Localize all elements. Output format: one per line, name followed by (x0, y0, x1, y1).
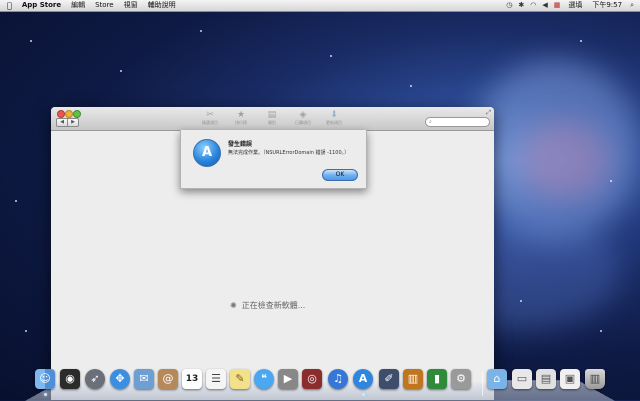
mail-icon[interactable]: ✉ (134, 369, 154, 389)
alert-message: 無法完成作業。（NSURLErrorDomain 錯誤 -1100。） (228, 150, 350, 156)
updates-icon: ⬇ (330, 110, 338, 120)
minimize-button[interactable] (65, 110, 73, 118)
categories-icon: ▤ (267, 110, 277, 120)
dock-separator (482, 372, 483, 396)
wifi-icon[interactable]: ◠ (527, 0, 539, 11)
app-store-icon: A (193, 139, 221, 167)
menu-bar:  App Store 編輯 Store 視窗 輔助說明 ◷ ✱ ◠ ◀ ▦ 選… (0, 0, 640, 12)
documents-stack-icon[interactable]: ▤ (536, 369, 556, 389)
toolbar-top-charts-label: 排行榜 (235, 120, 247, 125)
spotlight-icon[interactable]: ⌕ (627, 0, 640, 11)
toolbar-featured-label: 精選項目 (202, 120, 218, 125)
spinner-icon: ✺ (230, 301, 237, 310)
menu-app-store[interactable]: App Store (17, 0, 66, 11)
toolbar-top-charts[interactable]: ★ 排行榜 (228, 110, 254, 126)
fullscreen-icon[interactable]: ⤢ (486, 109, 491, 117)
messages-icon[interactable]: ❝ (254, 369, 274, 389)
close-button[interactable] (57, 110, 65, 118)
volume-icon[interactable]: ◀ (539, 0, 550, 11)
trash-icon[interactable]: ▥ (585, 369, 605, 389)
notes-icon[interactable]: ✎ (230, 369, 250, 389)
apple-menu-icon[interactable]:  (0, 0, 17, 11)
menu-store[interactable]: Store (90, 0, 119, 11)
reminders-icon[interactable]: ☰ (206, 369, 226, 389)
running-indicator (362, 393, 365, 396)
screenshot-stack-icon[interactable]: ▣ (560, 369, 580, 389)
launchpad-icon[interactable]: ➶ (85, 369, 105, 389)
system-preferences-icon[interactable]: ⚙ (451, 369, 471, 389)
app-store-dock-icon[interactable]: A (353, 369, 373, 389)
toolbar-categories-label: 類別 (268, 120, 276, 125)
search-icon: ⌕ (429, 119, 432, 125)
toolbar-purchases[interactable]: ◈ 已購項目 (290, 110, 316, 126)
back-arrow-icon[interactable]: ◀ (57, 119, 68, 126)
itunes-icon[interactable]: ♫ (328, 369, 348, 389)
menu-window[interactable]: 視窗 (119, 0, 143, 11)
running-indicator (44, 393, 47, 396)
contacts-icon[interactable]: @ (158, 369, 178, 389)
dock: ☺ ◉ ➶ ✥ ✉ @ 13 ☰ ✎ ❝ ▶ ◎ ♫ A ✐ ▥ ▮ ⚙ ⌂ ▭… (0, 366, 640, 400)
applications-folder-icon[interactable]: ⌂ (487, 369, 507, 389)
facetime-icon[interactable]: ▶ (278, 369, 298, 389)
ok-button[interactable]: OK (322, 169, 358, 181)
toolbar-updates-label: 更新項目 (326, 120, 342, 125)
toolbar-updates[interactable]: ⬇ 更新項目 (321, 110, 347, 126)
window-toolbar: ⤢ ◀ ▶ ✂ 精選項目 ★ 排行榜 ▤ 類別 ◈ 已購項目 ⬇ 更新項目 ⌕ (51, 107, 494, 131)
star-icon: ★ (236, 110, 246, 120)
featured-icon: ✂ (206, 110, 214, 120)
toolbar-categories[interactable]: ▤ 類別 (259, 110, 285, 126)
menu-clock[interactable]: 下午9:57 (587, 0, 627, 11)
finder-icon[interactable]: ☺ (35, 369, 55, 389)
toolbar-featured[interactable]: ✂ 精選項目 (197, 110, 223, 126)
back-forward-control: ◀ ▶ (56, 118, 79, 127)
alert-title: 發生錯誤 (228, 141, 253, 148)
loading-indicator: ✺ 正在檢查新軟體... (230, 300, 305, 311)
preview-icon[interactable]: ✐ (379, 369, 399, 389)
photo-booth-icon[interactable]: ◎ (302, 369, 322, 389)
input-method-label[interactable]: 選填 (563, 0, 587, 11)
zoom-button[interactable] (73, 110, 81, 118)
bluetooth-icon[interactable]: ✱ (515, 0, 527, 11)
menu-edit[interactable]: 編輯 (66, 0, 90, 11)
search-placeholder (432, 119, 435, 125)
toolbar-purchases-label: 已購項目 (295, 120, 311, 125)
loading-text: 正在檢查新軟體... (241, 301, 306, 310)
purchases-icon: ◈ (299, 110, 307, 120)
forward-arrow-icon[interactable]: ▶ (68, 119, 78, 126)
error-alert-sheet: A 發生錯誤 無法完成作業。（NSURLErrorDomain 錯誤 -1100… (180, 130, 367, 189)
search-input[interactable]: ⌕ (425, 117, 490, 127)
safari-icon[interactable]: ✥ (110, 369, 130, 389)
menu-help[interactable]: 輔助說明 (143, 0, 181, 11)
downloads-stack-icon[interactable]: ▭ (512, 369, 532, 389)
time-machine-icon[interactable]: ◷ (503, 0, 515, 11)
dashboard-icon[interactable]: ◉ (60, 369, 80, 389)
flag-icon[interactable]: ▦ (551, 0, 564, 11)
ibooks-icon[interactable]: ▥ (403, 369, 423, 389)
numbers-icon[interactable]: ▮ (427, 369, 447, 389)
calendar-icon[interactable]: 13 (182, 369, 202, 389)
